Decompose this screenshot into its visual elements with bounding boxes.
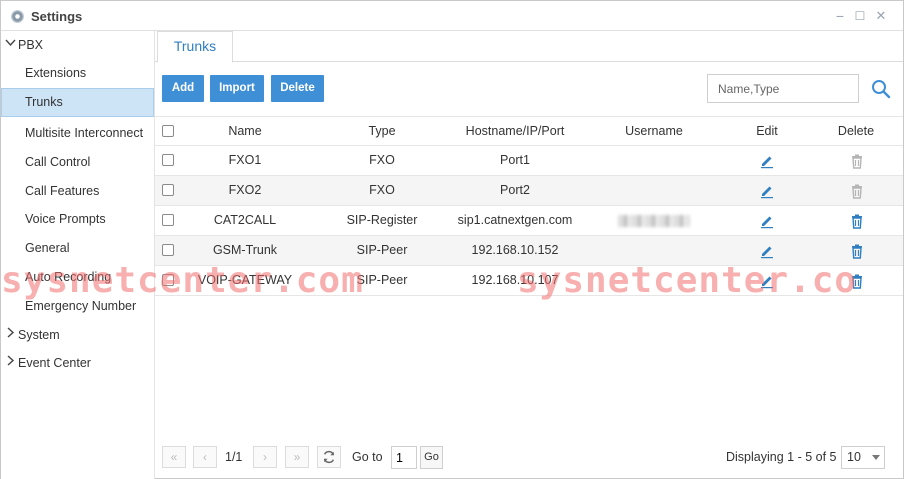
sidebar-item-voice-prompts[interactable]: Voice Prompts (1, 205, 154, 234)
prev-page-icon[interactable]: ‹ (193, 446, 217, 468)
trunk-username (604, 146, 704, 175)
dropdown-arrow-icon (872, 455, 880, 460)
refresh-icon[interactable] (317, 446, 341, 468)
trunk-type: FXO (369, 183, 395, 197)
row-checkbox[interactable] (162, 214, 174, 226)
edit-pencil-icon[interactable] (759, 213, 775, 229)
trash-icon[interactable] (849, 243, 865, 259)
last-page-icon[interactable]: » (285, 446, 309, 468)
add-button[interactable]: Add (162, 75, 204, 102)
sidebar-group-pbx[interactable]: PBX (1, 32, 154, 58)
trash-icon (849, 183, 865, 199)
trunk-name: FXO1 (228, 153, 262, 167)
select-all-checkbox[interactable] (162, 125, 174, 137)
edit-pencil-icon[interactable] (759, 243, 775, 259)
column-header-username[interactable]: Username (604, 117, 704, 146)
table-row[interactable]: VOIP-GATEWAY SIP-Peer 192.168.10.107 (155, 266, 903, 296)
sidebar-group-label: PBX (18, 38, 44, 52)
table-row[interactable]: CAT2CALL SIP-Register sip1.catnextgen.co… (155, 206, 903, 236)
sidebar-item-general[interactable]: General (1, 234, 154, 263)
trunk-host: 192.168.10.107 (471, 273, 559, 287)
edit-pencil-icon[interactable] (759, 183, 775, 199)
sidebar-group-system[interactable]: System (1, 322, 154, 348)
row-checkbox[interactable] (162, 154, 174, 166)
trunk-type: SIP-Register (346, 213, 418, 227)
chevron-right-icon (5, 322, 16, 348)
goto-page-input[interactable] (391, 446, 417, 469)
trunk-type: SIP-Peer (356, 273, 408, 287)
trunk-host: 192.168.10.152 (471, 243, 559, 257)
trunk-username (604, 176, 704, 205)
next-page-icon[interactable]: › (253, 446, 277, 468)
page-size-value: 10 (847, 450, 861, 464)
delete-button[interactable]: Delete (271, 75, 324, 102)
tab-strip: Trunks (155, 31, 903, 63)
search-icon[interactable] (870, 78, 892, 100)
minimize-icon[interactable]: − (833, 9, 847, 23)
sidebar-group-event-center[interactable]: Event Center (1, 350, 154, 376)
pagination-bar: « ‹ 1/1 › » Go to Go Displaying 1 - 5 of… (155, 441, 903, 471)
chevron-right-icon (5, 350, 16, 376)
maximize-icon[interactable]: ☐ (853, 9, 867, 23)
sidebar-item-call-features[interactable]: Call Features (1, 177, 154, 206)
row-checkbox[interactable] (162, 274, 174, 286)
trunk-type: SIP-Peer (356, 243, 408, 257)
trunk-host: Port2 (500, 183, 530, 197)
close-icon[interactable]: ✕ (874, 9, 888, 23)
redacted-username-blur (618, 214, 690, 227)
sidebar-group-label: System (18, 328, 60, 342)
tab-trunks[interactable]: Trunks (157, 31, 233, 63)
row-checkbox[interactable] (162, 184, 174, 196)
trunk-name: GSM-Trunk (212, 243, 278, 257)
main-panel: Trunks Add Import Delete Name Type Hostn… (155, 31, 903, 479)
table-row[interactable]: FXO1 FXO Port1 (155, 146, 903, 176)
column-header-type[interactable]: Type (332, 117, 432, 146)
go-button[interactable]: Go (420, 446, 443, 469)
trunk-name: VOIP-GATEWAY (197, 273, 293, 287)
settings-gear-icon (11, 10, 24, 23)
settings-window: Settings − ☐ ✕ PBX Extensions Trunks Mul… (0, 0, 904, 479)
column-header-name[interactable]: Name (195, 117, 295, 146)
page-indicator: 1/1 (225, 450, 243, 464)
table-header: Name Type Hostname/IP/Port Username Edit… (155, 116, 903, 146)
edit-pencil-icon[interactable] (759, 273, 775, 289)
import-button[interactable]: Import (210, 75, 264, 102)
page-size-select[interactable]: 10 (841, 446, 885, 469)
trunk-username (604, 266, 704, 295)
edit-pencil-icon[interactable] (759, 153, 775, 169)
displaying-count: Displaying 1 - 5 of 5 (726, 450, 837, 464)
trunk-name: CAT2CALL (213, 213, 277, 227)
trash-icon (849, 153, 865, 169)
goto-label: Go to (352, 450, 383, 464)
column-header-host[interactable]: Hostname/IP/Port (445, 117, 585, 146)
table-row[interactable]: FXO2 FXO Port2 (155, 176, 903, 206)
search-input[interactable] (707, 74, 859, 103)
column-header-edit: Edit (756, 124, 778, 138)
sidebar-group-label: Event Center (18, 356, 91, 370)
title-bar: Settings − ☐ ✕ (1, 1, 903, 31)
sidebar-item-multisite-interconnect[interactable]: Multisite Interconnect (1, 119, 154, 148)
sidebar-item-trunks[interactable]: Trunks (1, 88, 154, 117)
trunk-username (604, 236, 704, 265)
trash-icon[interactable] (849, 213, 865, 229)
column-header-delete: Delete (837, 124, 875, 138)
trunk-type: FXO (369, 153, 395, 167)
sidebar-item-extensions[interactable]: Extensions (1, 59, 154, 88)
window-title: Settings (31, 9, 83, 24)
sidebar-item-emergency-number[interactable]: Emergency Number (1, 292, 154, 321)
trunk-host: sip1.catnextgen.com (457, 213, 573, 227)
table-row[interactable]: GSM-Trunk SIP-Peer 192.168.10.152 (155, 236, 903, 266)
trunk-host: Port1 (500, 153, 530, 167)
sidebar-nav: PBX Extensions Trunks Multisite Intercon… (1, 31, 155, 479)
row-checkbox[interactable] (162, 244, 174, 256)
sidebar-item-call-control[interactable]: Call Control (1, 148, 154, 177)
trash-icon[interactable] (849, 273, 865, 289)
trunk-name: FXO2 (228, 183, 262, 197)
sidebar-item-auto-recording[interactable]: Auto Recording (1, 263, 154, 292)
trunk-username-redacted (604, 206, 704, 235)
chevron-down-icon (5, 32, 16, 58)
first-page-icon[interactable]: « (162, 446, 186, 468)
